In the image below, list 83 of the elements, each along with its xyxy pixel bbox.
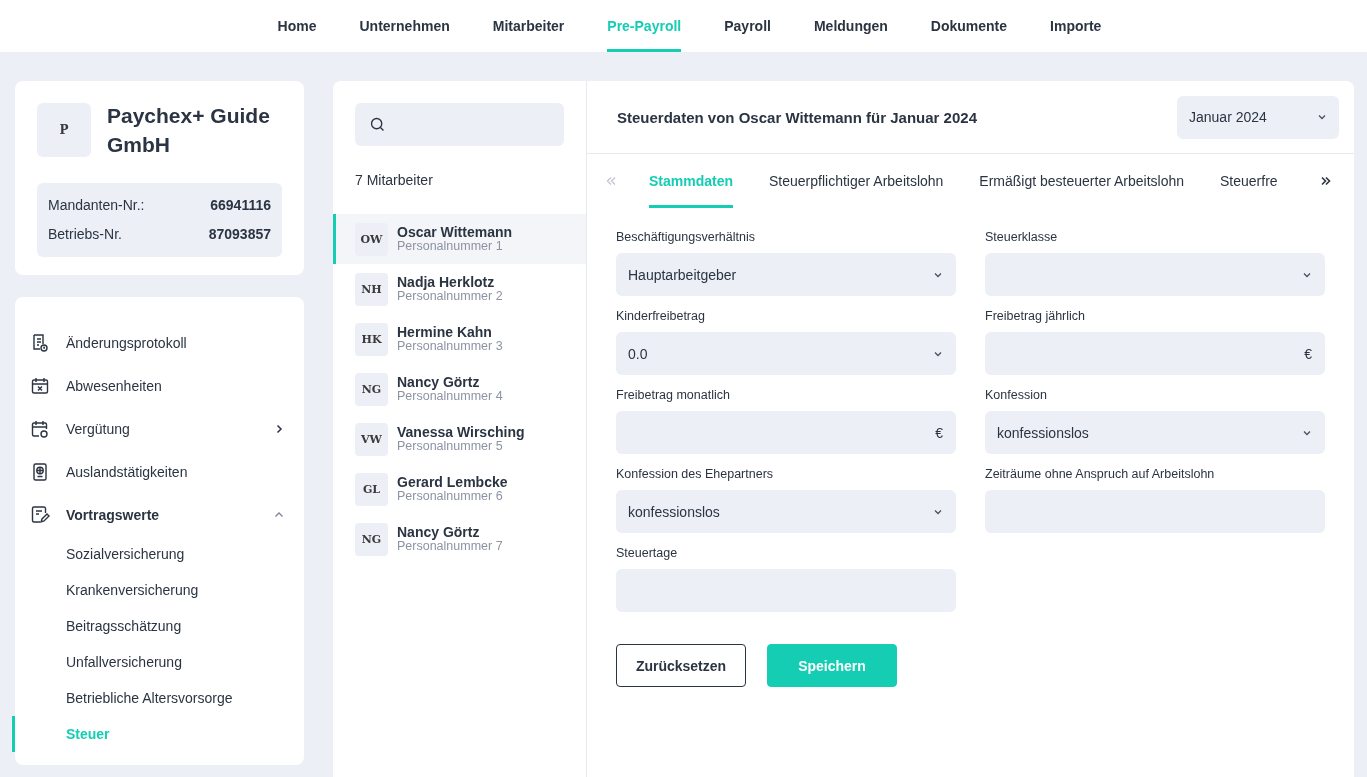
- sidebar-subitem[interactable]: Unfallversicherung: [12, 644, 304, 680]
- nav-tab[interactable]: Importe: [1050, 0, 1102, 52]
- select-field[interactable]: [985, 253, 1325, 296]
- detail-title: Steuerdaten von Oscar Wittemann für Januar 2024: [617, 108, 977, 126]
- company-name: Paychex+ Guide GmbH: [107, 103, 271, 158]
- initials-avatar: VW: [355, 422, 388, 456]
- period-dropdown[interactable]: Januar 2024: [1177, 95, 1339, 139]
- select-field[interactable]: konfessionslos: [985, 411, 1325, 454]
- sidebar-item[interactable]: Auslandstätigkeiten: [15, 450, 304, 493]
- employee-item[interactable]: NG Nancy Görtz Personalnummer 4: [333, 364, 586, 414]
- tab[interactable]: Ermäßigt besteuerter Arbeitslohn: [979, 154, 1184, 208]
- employee-number: Personalnummer 3: [397, 340, 503, 353]
- sidebar-subitem[interactable]: Sozialversicherung: [12, 536, 304, 572]
- double-chevron-right-icon[interactable]: [1320, 176, 1332, 186]
- employee-name: Nancy Görtz: [397, 375, 480, 390]
- tab[interactable]: Steuerfre: [1220, 154, 1278, 208]
- id-label: Mandanten-Nr.:: [48, 196, 145, 215]
- sidebar-item[interactable]: Vergütung: [15, 407, 304, 450]
- employee-item[interactable]: NG Nancy Görtz Personalnummer 7: [333, 514, 586, 564]
- calendar-x-icon: [30, 375, 50, 396]
- initials-avatar: NG: [355, 522, 388, 556]
- passport-icon: [30, 461, 50, 482]
- nav-tab[interactable]: Payroll: [724, 0, 771, 52]
- field-label: Konfession des Ehepartners: [616, 467, 775, 481]
- field-label: Konfession: [985, 388, 1048, 402]
- document-clock-icon: [30, 332, 50, 353]
- employee-item[interactable]: OW Oscar Wittemann Personalnummer 1: [333, 214, 586, 264]
- employee-name: Hermine Kahn: [397, 325, 493, 340]
- currency-field[interactable]: €: [985, 332, 1325, 375]
- sidebar-item[interactable]: Änderungsprotokoll: [15, 321, 304, 364]
- employee-name: Vanessa Wirsching: [397, 425, 525, 440]
- sidebar-subitem[interactable]: Krankenversicherung: [12, 572, 304, 608]
- employee-number: Personalnummer 7: [397, 540, 503, 553]
- field-label: Steuertage: [616, 546, 679, 560]
- employee-count: 7 Mitarbeiter: [354, 171, 434, 190]
- reset-button[interactable]: Zurücksetzen: [616, 644, 746, 687]
- id-value: 87093857: [208, 225, 271, 244]
- nav-tab[interactable]: Meldungen: [813, 0, 888, 52]
- nav-tab[interactable]: Home: [277, 0, 317, 52]
- nav-tab[interactable]: Unternehmen: [359, 0, 450, 52]
- sidebar-item[interactable]: Vortragswerte: [15, 493, 304, 536]
- field-label: Steuerklasse: [985, 230, 1059, 244]
- field-label: Zeiträume ohne Anspruch auf Arbeitslohn: [985, 467, 1216, 481]
- field-label: Freibetrag jährlich: [985, 309, 1087, 323]
- employee-item[interactable]: GL Gerard Lembcke Personalnummer 6: [333, 464, 586, 514]
- nav-tab[interactable]: Mitarbeiter: [492, 0, 565, 52]
- currency-field[interactable]: €: [616, 411, 956, 454]
- employee-number: Personalnummer 5: [397, 440, 503, 453]
- employee-name: Nancy Görtz: [397, 525, 480, 540]
- chevron-down-icon: [1317, 112, 1327, 122]
- company-logo: P: [37, 103, 91, 157]
- id-value: 66941116: [210, 196, 271, 215]
- employee-item[interactable]: VW Vanessa Wirsching Personalnummer 5: [333, 414, 586, 464]
- document-pen-icon: [30, 504, 50, 525]
- initials-avatar: GL: [355, 472, 388, 506]
- employee-item[interactable]: HK Hermine Kahn Personalnummer 3: [333, 314, 586, 364]
- employee-number: Personalnummer 1: [397, 240, 504, 253]
- initials-avatar: NH: [355, 272, 388, 306]
- select-field[interactable]: 0.0: [616, 332, 956, 375]
- id-label: Betriebs-Nr.: [48, 225, 122, 244]
- initials-avatar: NG: [355, 372, 388, 406]
- employee-number: Personalnummer 6: [397, 490, 504, 503]
- search-field[interactable]: [355, 103, 564, 146]
- employee-number: Personalnummer 2: [397, 290, 503, 303]
- field-label: Beschäftigungsverhältnis: [616, 230, 756, 244]
- employee-name: Nadja Herklotz: [397, 275, 496, 290]
- sidebar-subitem[interactable]: Beitragsschätzung: [12, 608, 304, 644]
- select-field[interactable]: konfessionslos: [616, 490, 956, 533]
- initials-avatar: OW: [355, 222, 388, 256]
- employee-name: Oscar Wittemann: [397, 225, 512, 240]
- employee-name: Gerard Lembcke: [397, 475, 508, 490]
- tab[interactable]: Steuerpflichtiger Arbeitslohn: [769, 154, 944, 208]
- employee-item[interactable]: NH Nadja Herklotz Personalnummer 2: [333, 264, 586, 314]
- field-label: Freibetrag monatlich: [616, 388, 731, 402]
- nav-tab[interactable]: Dokumente: [930, 0, 1008, 52]
- sidebar-item[interactable]: Abwesenheiten: [15, 364, 304, 407]
- search-icon: [369, 116, 386, 133]
- employee-number: Personalnummer 4: [397, 390, 503, 403]
- select-field[interactable]: Hauptarbeitgeber: [616, 253, 956, 296]
- initials-avatar: HK: [355, 322, 388, 356]
- sidebar-subitem[interactable]: Betriebliche Altersvorsorge: [12, 680, 304, 716]
- field-label: Kinderfreibetrag: [616, 309, 706, 323]
- calendar-coin-icon: [30, 418, 50, 439]
